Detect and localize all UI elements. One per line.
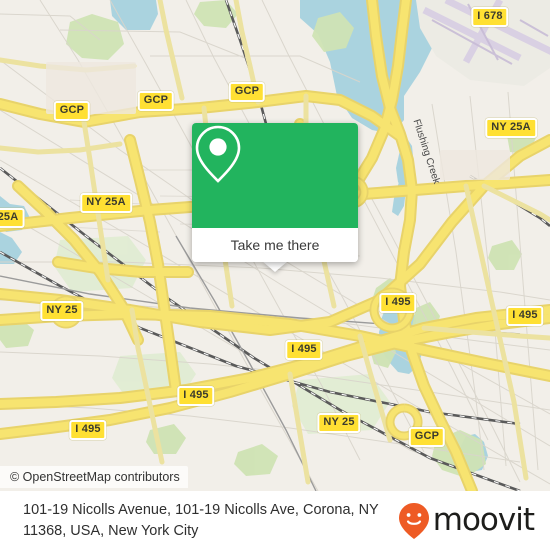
take-me-there-label: Take me there <box>230 237 320 253</box>
road-shield: NY 25 <box>40 301 84 321</box>
road-shield: I 495 <box>177 386 215 406</box>
footer-bar: 101-19 Nicolls Avenue, 101-19 Nicolls Av… <box>0 491 550 550</box>
road-shield: NY 25A <box>485 118 537 138</box>
road-shield: GCP <box>137 91 175 111</box>
road-shield: I 495 <box>285 340 323 360</box>
road-shield: 25A <box>0 208 25 228</box>
map-canvas[interactable]: GCP GCP GCP I 678 NY 25A NY 25A 25A NY 2… <box>0 0 550 491</box>
road-shield: NY 25 <box>317 413 361 433</box>
road-shield: GCP <box>228 82 266 102</box>
road-shield: I 495 <box>379 293 417 313</box>
moovit-brand[interactable]: moovit <box>397 502 550 540</box>
moovit-pin-logo-icon <box>398 502 429 539</box>
location-popup-card[interactable]: Take me there <box>192 123 358 262</box>
road-shield: I 495 <box>69 420 107 440</box>
moovit-wordmark: moovit <box>432 502 535 538</box>
screenshot-root: GCP GCP GCP I 678 NY 25A NY 25A 25A NY 2… <box>0 0 550 550</box>
road-shield: I 495 <box>506 306 544 326</box>
address-text: 101-19 Nicolls Avenue, 101-19 Nicolls Av… <box>23 501 379 539</box>
map-pin-icon <box>195 125 241 183</box>
popup-header <box>192 123 358 228</box>
road-shield: GCP <box>53 101 91 121</box>
road-shield: NY 25A <box>80 193 132 213</box>
road-shield: GCP <box>408 427 446 447</box>
take-me-there-button[interactable]: Take me there <box>192 228 358 262</box>
road-shield: I 678 <box>471 7 509 27</box>
map-attribution[interactable]: © OpenStreetMap contributors <box>0 466 188 488</box>
popup-tail <box>262 261 288 272</box>
